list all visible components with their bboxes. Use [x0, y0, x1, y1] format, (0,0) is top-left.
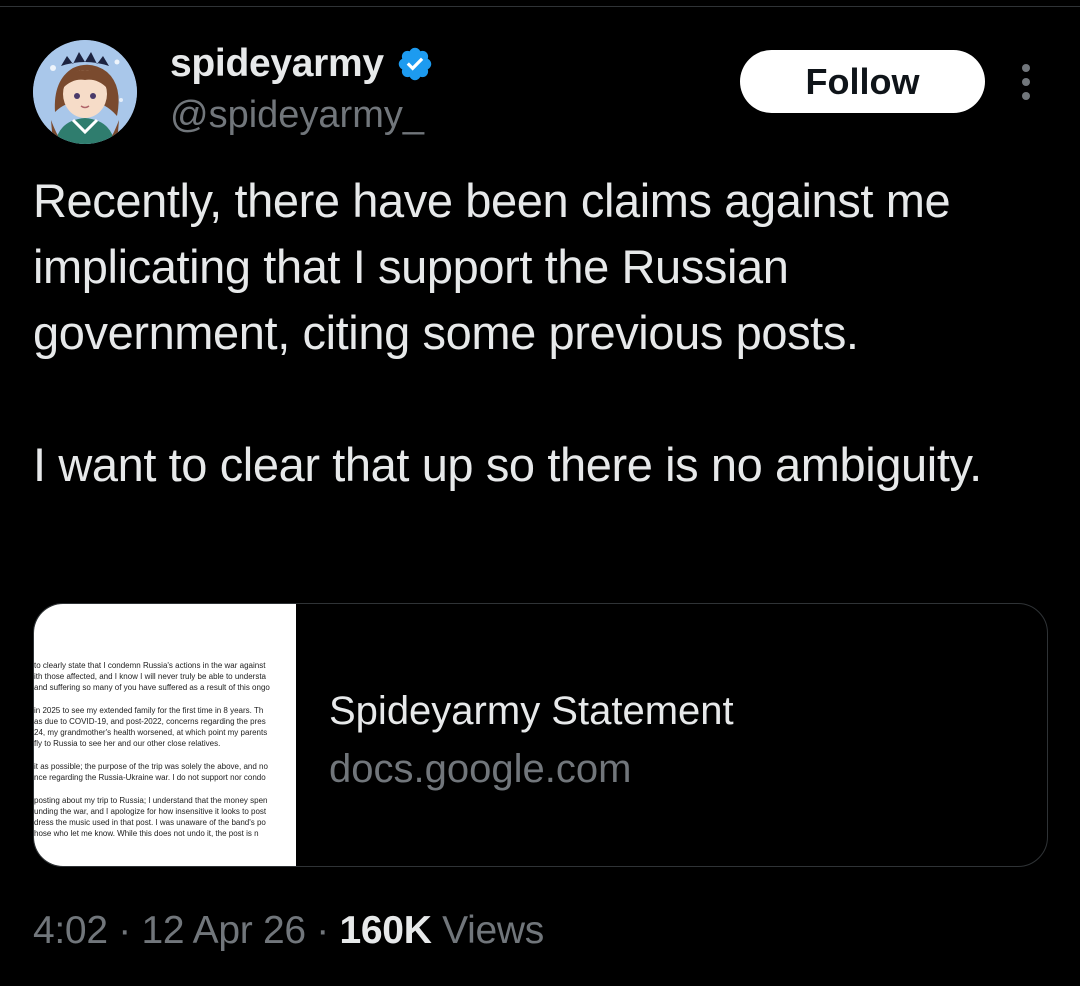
- tweet-time[interactable]: 4:02: [33, 909, 108, 952]
- tweet-body: Recently, there have been claims against…: [33, 168, 1033, 498]
- views-label[interactable]: Views: [432, 909, 544, 952]
- avatar[interactable]: [33, 40, 137, 144]
- doc-line: it as possible; the purpose of the trip …: [34, 762, 268, 771]
- doc-paragraph: it as possible; the purpose of the trip …: [34, 761, 296, 783]
- doc-line: hose who let me know. While this does no…: [34, 829, 259, 838]
- meta-separator: ·: [305, 909, 340, 952]
- tweet-paragraph: Recently, there have been claims against…: [33, 174, 951, 359]
- views-count[interactable]: 160K: [340, 909, 432, 952]
- meta-separator: ·: [107, 909, 142, 952]
- top-divider: [0, 6, 1080, 7]
- author-name-row[interactable]: spideyarmy: [170, 40, 434, 88]
- doc-paragraph: to clearly state that I condemn Russia's…: [34, 660, 296, 693]
- doc-line: fly to Russia to see her and our other c…: [34, 739, 221, 748]
- doc-line: 24, my grandmother's health worsened, at…: [34, 728, 268, 737]
- doc-line: in 2025 to see my extended family for th…: [34, 706, 264, 715]
- doc-line: as due to COVID-19, and post-2022, conce…: [34, 717, 266, 726]
- doc-paragraph: posting about my trip to Russia; I under…: [34, 795, 296, 839]
- doc-line: and suffering so many of you have suffer…: [34, 683, 270, 692]
- follow-button[interactable]: Follow: [740, 50, 985, 113]
- doc-line: posting about my trip to Russia; I under…: [34, 796, 268, 805]
- tweet-date[interactable]: 12 Apr 26: [141, 909, 306, 952]
- doc-paragraph: in 2025 to see my extended family for th…: [34, 705, 296, 749]
- doc-line: nce regarding the Russia-Ukraine war. I …: [34, 773, 266, 782]
- more-dot: [1022, 92, 1030, 100]
- author-handle[interactable]: @spideyarmy_: [170, 92, 424, 138]
- doc-line: dress the music used in that post. I was…: [34, 818, 266, 827]
- doc-line: ith those affected, and I know I will ne…: [34, 672, 266, 681]
- link-card-domain: docs.google.com: [329, 747, 632, 791]
- doc-line: to clearly state that I condemn Russia's…: [34, 661, 266, 670]
- avatar-illustration-icon: [33, 40, 137, 144]
- tweet-meta: 4:02 · 12 Apr 26 · 160K Views: [33, 906, 544, 956]
- author-display-name[interactable]: spideyarmy: [170, 40, 384, 88]
- doc-line: unding the war, and I apologize for how …: [34, 807, 267, 816]
- more-options-icon[interactable]: [1008, 62, 1044, 102]
- link-card-thumbnail: to clearly state that I condemn Russia's…: [34, 604, 296, 866]
- link-preview-card[interactable]: to clearly state that I condemn Russia's…: [33, 603, 1048, 867]
- more-dot: [1022, 78, 1030, 86]
- more-dot: [1022, 64, 1030, 72]
- link-card-title[interactable]: Spideyarmy Statement: [329, 686, 734, 736]
- tweet-paragraph: I want to clear that up so there is no a…: [33, 438, 982, 491]
- document-preview: to clearly state that I condemn Russia's…: [34, 660, 296, 851]
- verified-badge-icon: [398, 47, 432, 81]
